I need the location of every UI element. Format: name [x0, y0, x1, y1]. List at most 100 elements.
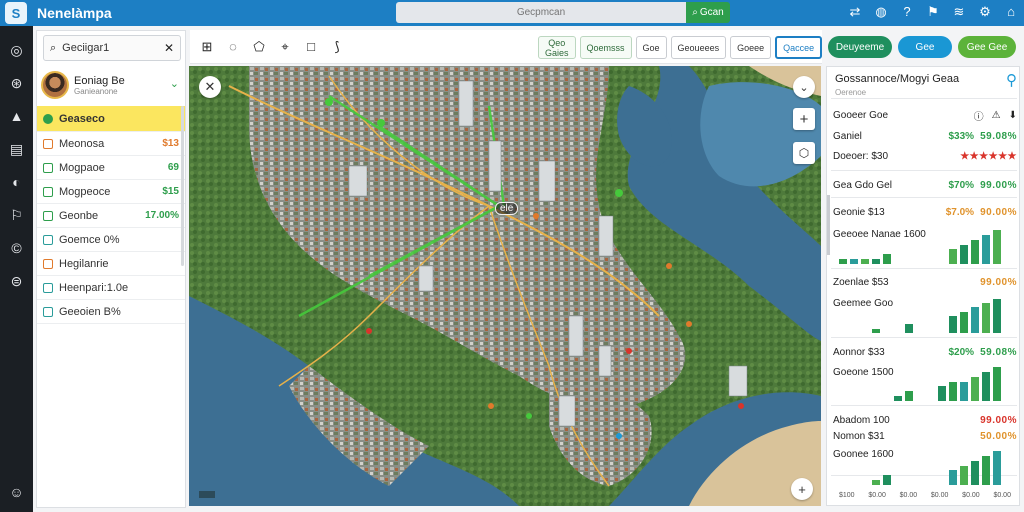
chart-bar — [883, 475, 891, 485]
stat-row[interactable]: Nomon $31 50.00% — [833, 428, 1017, 444]
chart-bar — [971, 377, 979, 401]
wifi-icon[interactable]: ≋ — [952, 4, 966, 20]
action-button[interactable]: Gee — [898, 36, 952, 58]
stat-row[interactable]: Geonie $13 $7.0% 90.00% — [833, 204, 1017, 220]
chevron-down-icon[interactable]: ⌄ — [170, 77, 179, 90]
table-icon[interactable]: ▤ — [8, 139, 26, 159]
mini-bar-chart — [835, 228, 1015, 264]
map-view[interactable]: ele ✕ ⌄ + ⬡ + — [189, 66, 821, 506]
location-pin-icon[interactable]: ⚲ — [1006, 71, 1017, 89]
filter-chip[interactable]: Qaccee — [775, 36, 823, 59]
axis-tick-label: $0.00 — [930, 492, 949, 499]
menu-item[interactable]: Geeoien B% — [37, 300, 185, 324]
action-button[interactable]: Gee Gee — [958, 36, 1016, 58]
stat-row[interactable]: Zoenlae $53 99.00% — [833, 274, 1017, 290]
menu-item-label: Goemce 0% — [59, 233, 120, 246]
action-button[interactable]: Deuyeeme — [828, 36, 892, 58]
currency-icon[interactable]: © — [8, 238, 26, 258]
layers-icon[interactable]: ▲ — [8, 106, 26, 126]
chart-bar — [971, 240, 979, 264]
zoom-in-button[interactable]: + — [793, 108, 815, 130]
left-panel: ⌕ ✕ Eoniag Be Ganieanone ⌄ Geaseco Meonos… — [36, 30, 186, 508]
share-icon[interactable]: ⇄ — [848, 4, 862, 20]
filter-chip[interactable]: Goeee — [730, 36, 772, 59]
right-panel-title: Gossannoce/Mogyi Geaa — [835, 73, 960, 85]
filter-chip[interactable]: Qeo Gaies — [538, 36, 576, 59]
chart-bar — [960, 382, 968, 401]
menu-item-label: Geaseco — [59, 112, 105, 125]
menu-item[interactable]: Goemce 0% — [37, 228, 185, 252]
grid-icon[interactable]: ⊞ — [200, 39, 214, 55]
stat-label: Abadom 100 — [833, 414, 890, 426]
layers-map-button[interactable]: ⬡ — [793, 142, 815, 164]
filter-chip[interactable]: Goe — [635, 36, 667, 59]
right-panel-header: Gossannoce/Mogyi Geaa Oerenoe — [835, 73, 1013, 97]
menu-item[interactable]: Hegilanrie — [37, 252, 185, 276]
menu-item-label: Geeoien B% — [59, 305, 121, 318]
profile-card[interactable]: Eoniag Be Ganieanone ⌄ — [41, 67, 183, 103]
stat-label: Nomon $31 — [833, 430, 885, 442]
menu-item[interactable]: Mogpeoce $15 — [37, 180, 185, 204]
home-icon[interactable]: ⌂ — [1004, 4, 1018, 20]
menu-item-icon — [43, 258, 53, 269]
chart-bar — [938, 386, 946, 401]
menu-item[interactable]: Geonbe 17.00% — [37, 204, 185, 228]
download-icon[interactable]: ⬇ — [1009, 110, 1017, 121]
panel-menu: Geaseco Meonosa $13 Mogpaoe 69 Mogpeoce $15 Geo… — [37, 106, 185, 324]
map-icon[interactable]: ⊛ — [8, 73, 26, 93]
stat-row[interactable]: Gooeer Goe ⓘ ⚠ ⬇ — [833, 107, 1017, 123]
right-panel-scrollbar[interactable] — [827, 195, 830, 255]
stat-row[interactable]: Aonnor $33 $20% 59.08% — [833, 344, 1017, 360]
action-buttons: Deuyeeme Gee Gee Gee — [828, 36, 1016, 58]
menu-item[interactable]: Mogpaoe 69 — [37, 156, 185, 180]
add-marker-button[interactable]: + — [791, 478, 813, 500]
chart-icon[interactable]: ◐ — [8, 172, 26, 192]
stat-row[interactable]: Gea Gdo Gel $70% 99.00% — [833, 177, 1017, 193]
chat-icon[interactable]: ◌ — [226, 39, 240, 55]
global-search-button[interactable]: ⌕ Gcan — [686, 2, 730, 23]
stat-row[interactable]: Ganiel $33% 59.08% — [833, 128, 1017, 144]
menu-item[interactable]: Meonosa $13 — [37, 132, 185, 156]
info-icon[interactable]: ⓘ — [974, 108, 984, 123]
app-logo-icon[interactable]: S — [5, 2, 27, 24]
filter-chip[interactable]: Geoueees — [670, 36, 727, 59]
panel-search-input[interactable] — [62, 42, 153, 54]
menu-item[interactable]: Heenpari:1.0e — [37, 276, 185, 300]
chart-bar — [949, 316, 957, 333]
chart-bar — [960, 466, 968, 485]
dashboard-icon[interactable]: ◎ — [8, 40, 26, 60]
menu-item-label: Geonbe — [59, 209, 99, 222]
stat-label: Gea Gdo Gel — [833, 179, 892, 191]
menu-item[interactable]: Geaseco — [37, 106, 185, 132]
alert-icon[interactable]: ⚑ — [926, 4, 940, 20]
chart-bar — [982, 235, 990, 264]
square-icon[interactable]: □ — [304, 39, 318, 55]
globe-icon[interactable]: ◍ — [874, 4, 888, 20]
global-search: ⌕ Gcan — [396, 2, 730, 23]
menu-item-icon — [43, 234, 53, 245]
alert-icon[interactable]: ⚠ — [992, 110, 1001, 121]
menu-item-label: Hegilanrie — [59, 257, 109, 270]
top-bar: S Nenelàmpa ⌕ Gcan ⇄ ◍ ? ⚑ ≋ ⚙ ⌂ — [0, 0, 1024, 26]
tag-icon[interactable]: ⌖ — [278, 39, 292, 55]
stat-value: $33% — [948, 130, 975, 142]
close-map-button[interactable]: ✕ — [199, 76, 221, 98]
panel-scrollbar[interactable] — [181, 106, 184, 266]
user-icon[interactable]: ☺ — [8, 482, 26, 502]
settings-icon[interactable]: ⚙ — [978, 4, 992, 20]
help-icon[interactable]: ? — [900, 4, 914, 20]
menu-item-icon — [43, 113, 53, 124]
lock-icon[interactable]: ⊜ — [8, 271, 26, 291]
avatar[interactable] — [41, 71, 69, 99]
global-search-input[interactable] — [396, 2, 686, 23]
close-icon[interactable]: ✕ — [164, 41, 174, 55]
chevron-down-icon[interactable]: ⌄ — [793, 76, 815, 98]
map-location-label[interactable]: ele — [495, 202, 519, 215]
filter-chip[interactable]: Qoemsss — [579, 36, 632, 59]
stat-row[interactable]: Doeoer: $30 ★★★★★★ — [833, 148, 1017, 164]
chart-bar — [949, 249, 957, 264]
shapes-icon[interactable]: ⬠ — [252, 39, 266, 55]
flag-icon[interactable]: ⚐ — [8, 205, 26, 225]
stat-row[interactable]: Abadom 100 99.00% — [833, 412, 1017, 428]
chart-tool-icon[interactable]: ⟆ — [330, 39, 344, 55]
